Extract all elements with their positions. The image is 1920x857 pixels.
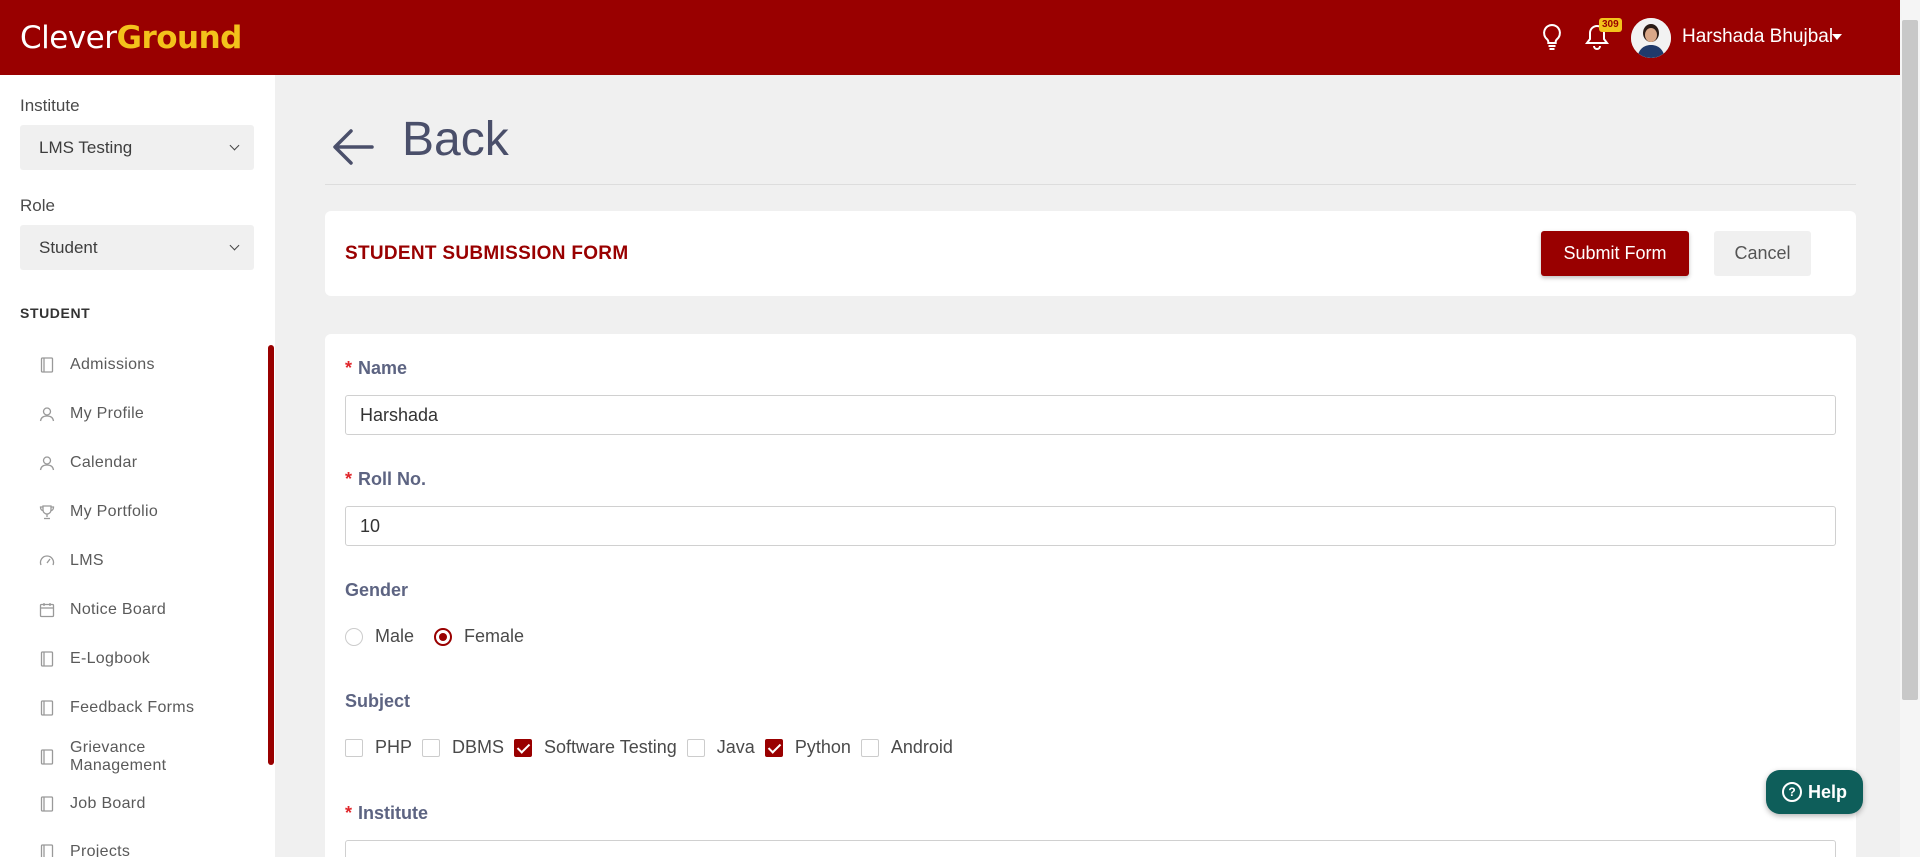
required-marker: * [345, 358, 353, 378]
form-title: STUDENT SUBMISSION FORM [345, 243, 629, 264]
roll-no-label: * Roll No. [345, 469, 427, 489]
name-input[interactable] [345, 395, 1836, 435]
subject-android-label[interactable]: Android [891, 737, 953, 758]
sidebar-item-calendar[interactable]: Calendar [38, 454, 258, 472]
sidebar-item-my-profile[interactable]: My Profile [38, 405, 258, 423]
subject-dbms-label[interactable]: DBMS [452, 737, 504, 758]
form-header-card: STUDENT SUBMISSION FORM Submit Form Canc… [325, 211, 1856, 296]
notification-badge: 309 [1599, 18, 1622, 32]
book-icon [38, 795, 56, 813]
subject-dbms-checkbox[interactable] [422, 738, 441, 757]
subject-php-label[interactable]: PHP [375, 737, 412, 758]
calendar-icon [38, 601, 56, 619]
chevron-down-icon [229, 240, 240, 251]
roll-no-input[interactable] [345, 506, 1836, 546]
sidebar-item-job-board[interactable]: Job Board [38, 795, 258, 813]
sidebar-item-e-logbook[interactable]: E-Logbook [38, 650, 258, 668]
sidebar-item-lms[interactable]: LMS [38, 552, 258, 570]
subject-java-label[interactable]: Java [717, 737, 755, 758]
subject-checkbox-group: PHP DBMS Software Testing Java Python An… [345, 737, 963, 758]
subject-python-checkbox[interactable] [764, 738, 783, 757]
user-icon [38, 454, 56, 472]
gender-radio-group: Male Female [345, 626, 544, 647]
gender-label: Gender [345, 580, 409, 600]
institute-select[interactable]: LMS Testing [20, 125, 254, 170]
gauge-icon [38, 552, 56, 570]
required-marker: * [345, 469, 353, 489]
submit-form-button[interactable]: Submit Form [1541, 231, 1689, 276]
lightbulb-icon[interactable] [1537, 22, 1567, 52]
sidebar-section-title: STUDENT [20, 305, 91, 321]
subject-python-label[interactable]: Python [795, 737, 851, 758]
required-marker: * [345, 803, 353, 823]
sidebar-item-feedback-forms[interactable]: Feedback Forms [38, 699, 258, 717]
book-icon [38, 356, 56, 374]
book-icon [38, 699, 56, 717]
page-scrollbar-thumb[interactable] [1902, 20, 1918, 700]
caret-down-icon[interactable] [1832, 34, 1842, 40]
header-divider [325, 184, 1856, 185]
trophy-icon [38, 503, 56, 521]
gender-female-label[interactable]: Female [464, 626, 524, 647]
sidebar-item-my-portfolio[interactable]: My Portfolio [38, 503, 258, 521]
subject-android-checkbox[interactable] [860, 738, 879, 757]
sidebar-item-grievance-management[interactable]: Grievance Management [38, 739, 258, 775]
user-icon [38, 405, 56, 423]
book-icon [38, 843, 56, 857]
sidebar-item-admissions[interactable]: Admissions [38, 356, 258, 374]
gender-male-label[interactable]: Male [375, 626, 414, 647]
back-arrow-icon[interactable] [332, 128, 374, 171]
question-icon: ? [1781, 782, 1802, 802]
sidebar-item-notice-board[interactable]: Notice Board [38, 601, 258, 619]
cleverground-logo[interactable]: CleverGround [20, 20, 242, 56]
subject-software-testing-label[interactable]: Software Testing [544, 737, 677, 758]
subject-php-checkbox[interactable] [345, 738, 363, 757]
cancel-button[interactable]: Cancel [1714, 231, 1811, 276]
top-navbar: CleverGround 309 Harshada Bhujbal [0, 0, 1900, 75]
gender-male-radio[interactable] [345, 627, 363, 646]
sidebar: Institute LMS Testing Role Student STUDE… [0, 75, 275, 857]
sidebar-scrollbar[interactable] [268, 345, 274, 765]
gender-female-radio[interactable] [434, 627, 453, 646]
name-label: * Name [345, 358, 408, 378]
subject-label: Subject [345, 691, 411, 711]
sidebar-item-projects[interactable]: Projects [38, 843, 258, 857]
user-name[interactable]: Harshada Bhujbal [1682, 26, 1833, 48]
role-label: Role [20, 196, 55, 215]
institute-field-label: * Institute [345, 803, 429, 823]
form-body-card: *Name *Roll No. Gender Male Female Subje… [325, 334, 1856, 857]
chevron-down-icon [229, 140, 240, 151]
avatar[interactable] [1631, 18, 1671, 58]
help-button[interactable]: ? Help [1766, 770, 1863, 814]
institute-field-select[interactable] [345, 840, 1836, 857]
subject-software-testing-checkbox[interactable] [514, 738, 533, 757]
book-icon [38, 650, 56, 668]
subject-java-checkbox[interactable] [686, 738, 705, 757]
role-select[interactable]: Student [20, 225, 254, 270]
book-icon [38, 748, 56, 766]
institute-label: Institute [20, 96, 80, 115]
back-link[interactable]: Back [402, 112, 509, 167]
